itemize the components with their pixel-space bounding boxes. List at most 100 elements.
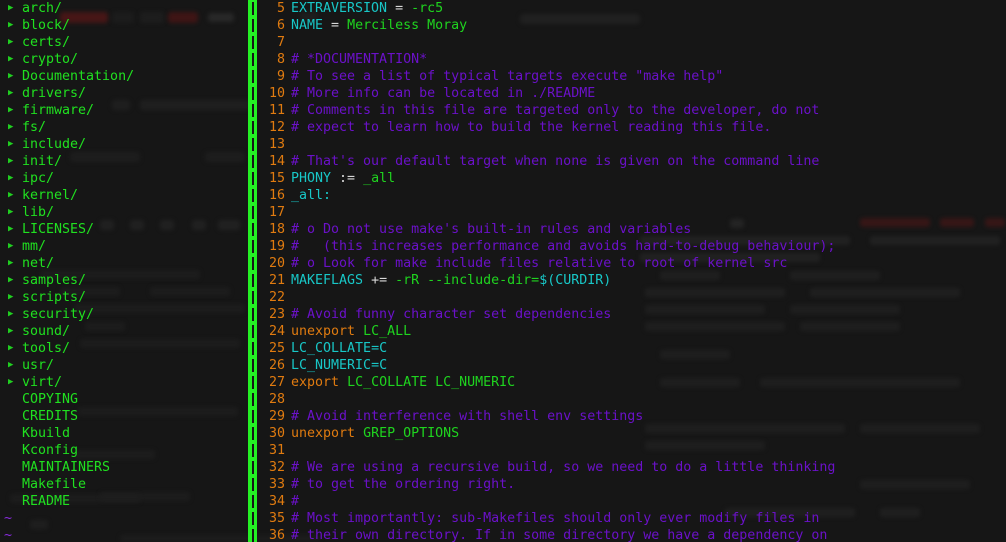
code-line[interactable]: 15 PHONY := _all	[257, 170, 1006, 187]
code-line[interactable]: 8 # *DOCUMENTATION*	[257, 51, 1006, 68]
code-line[interactable]: 33 # to get the ordering right.	[257, 476, 1006, 493]
code-token: # Comments in this file are targeted onl…	[291, 103, 820, 118]
chevron-right-icon[interactable]: ▶	[8, 119, 22, 136]
vertical-split-separator[interactable]	[248, 0, 257, 542]
chevron-right-icon[interactable]: ▶	[8, 204, 22, 221]
code-token: # o Look for make include files relative…	[291, 256, 788, 271]
code-line[interactable]: 14 # That's our default target when none …	[257, 153, 1006, 170]
tree-item-directory[interactable]: ▶ scripts/	[0, 289, 248, 306]
file-tree-sidebar[interactable]: ▶ arch/▶ block/▶ certs/▶ crypto/▶ Documentati…	[0, 0, 248, 542]
separator-segment	[252, 376, 254, 389]
code-line[interactable]: 13	[257, 136, 1006, 153]
code-line[interactable]: 30 unexport GREP_OPTIONS	[257, 425, 1006, 442]
tree-item-directory[interactable]: ▶ sound/	[0, 323, 248, 340]
code-line[interactable]: 24 unexport LC_ALL	[257, 323, 1006, 340]
tree-item-directory[interactable]: ▶ ipc/	[0, 170, 248, 187]
tree-item-directory[interactable]: ▶ kernel/	[0, 187, 248, 204]
tree-item-file[interactable]: MAINTAINERS	[0, 459, 248, 476]
chevron-right-icon[interactable]: ▶	[8, 323, 22, 340]
tree-item-directory[interactable]: ▶ fs/	[0, 119, 248, 136]
chevron-right-icon[interactable]: ▶	[8, 34, 22, 51]
tree-item-directory[interactable]: ▶ certs/	[0, 34, 248, 51]
chevron-right-icon[interactable]: ▶	[8, 68, 22, 85]
tree-item-directory[interactable]: ▶ net/	[0, 255, 248, 272]
chevron-right-icon[interactable]: ▶	[8, 102, 22, 119]
code-line[interactable]: 22	[257, 289, 1006, 306]
chevron-right-icon[interactable]: ▶	[8, 136, 22, 153]
chevron-right-icon[interactable]: ▶	[8, 340, 22, 357]
code-line[interactable]: 26 LC_NUMERIC=C	[257, 357, 1006, 374]
chevron-right-icon[interactable]: ▶	[8, 289, 22, 306]
tree-item-directory[interactable]: ▶ virt/	[0, 374, 248, 391]
chevron-right-icon[interactable]: ▶	[8, 51, 22, 68]
tree-item-directory[interactable]: ▶ init/	[0, 153, 248, 170]
tree-item-label: security/	[22, 307, 95, 322]
chevron-right-icon[interactable]: ▶	[8, 85, 22, 102]
tree-item-directory[interactable]: ▶ crypto/	[0, 51, 248, 68]
code-line[interactable]: 27 export LC_COLLATE LC_NUMERIC	[257, 374, 1006, 391]
code-line[interactable]: 31	[257, 442, 1006, 459]
line-number: 12	[268, 120, 285, 135]
chevron-right-icon[interactable]: ▶	[8, 272, 22, 289]
code-line[interactable]: 29 # Avoid interference with shell env se…	[257, 408, 1006, 425]
code-line[interactable]: 7	[257, 34, 1006, 51]
code-line[interactable]: 11 # Comments in this file are targeted o…	[257, 102, 1006, 119]
chevron-right-icon[interactable]: ▶	[8, 0, 22, 17]
separator-segment	[252, 53, 254, 66]
code-line[interactable]: 28	[257, 391, 1006, 408]
tree-item-directory[interactable]: ▶ Documentation/	[0, 68, 248, 85]
code-line[interactable]: 16 _all:	[257, 187, 1006, 204]
tree-item-file[interactable]: COPYING	[0, 391, 248, 408]
chevron-right-icon[interactable]: ▶	[8, 221, 22, 238]
code-line[interactable]: 6 NAME = Merciless Moray	[257, 17, 1006, 34]
code-line[interactable]: 19 # (this increases performance and avoi…	[257, 238, 1006, 255]
tree-item-file[interactable]: Makefile	[0, 476, 248, 493]
empty-line-marker: ~	[4, 511, 13, 526]
code-token: LC_COLLATE	[291, 341, 372, 356]
code-token: _all:	[291, 188, 332, 203]
tree-item-directory[interactable]: ▶ security/	[0, 306, 248, 323]
code-line[interactable]: 35 # Most importantly: sub-Makefiles shou…	[257, 510, 1006, 527]
chevron-right-icon[interactable]: ▶	[8, 374, 22, 391]
code-line[interactable]: 23 # Avoid funny character set dependenci…	[257, 306, 1006, 323]
code-line[interactable]: 12 # expect to learn how to build the ker…	[257, 119, 1006, 136]
code-line[interactable]: 18 # o Do not use make's built-in rules a…	[257, 221, 1006, 238]
code-line[interactable]: 36 # their own directory. If in some dire…	[257, 527, 1006, 542]
tree-item-directory[interactable]: ▶ mm/	[0, 238, 248, 255]
tree-item-directory[interactable]: ▶ block/	[0, 17, 248, 34]
code-line[interactable]: 9 # To see a list of typical targets exec…	[257, 68, 1006, 85]
code-line[interactable]: 10 # More info can be located in ./README	[257, 85, 1006, 102]
chevron-right-icon[interactable]: ▶	[8, 238, 22, 255]
tree-item-file[interactable]: Kbuild	[0, 425, 248, 442]
code-line[interactable]: 20 # o Look for make include files relati…	[257, 255, 1006, 272]
code-line[interactable]: 32 # We are using a recursive build, so w…	[257, 459, 1006, 476]
tree-item-directory[interactable]: ▶ tools/	[0, 340, 248, 357]
code-line[interactable]: 34 #	[257, 493, 1006, 510]
code-line[interactable]: 5 EXTRAVERSION = -rc5	[257, 0, 1006, 17]
tree-item-directory[interactable]: ▶ drivers/	[0, 85, 248, 102]
tree-item-directory[interactable]: ▶ firmware/	[0, 102, 248, 119]
tree-item-directory[interactable]: ▶ include/	[0, 136, 248, 153]
chevron-right-icon[interactable]: ▶	[8, 357, 22, 374]
tree-item-file[interactable]: README	[0, 493, 248, 510]
tree-item-directory[interactable]: ▶ usr/	[0, 357, 248, 374]
chevron-right-icon[interactable]: ▶	[8, 17, 22, 34]
code-line[interactable]: 25 LC_COLLATE=C	[257, 340, 1006, 357]
tree-item-file[interactable]: CREDITS	[0, 408, 248, 425]
tree-item-file[interactable]: Kconfig	[0, 442, 248, 459]
tree-item-directory[interactable]: ▶ samples/	[0, 272, 248, 289]
tree-item-directory[interactable]: ▶ LICENSES/	[0, 221, 248, 238]
code-editor-pane[interactable]: 5 EXTRAVERSION = -rc5 6 NAME = Merciless Mo…	[257, 0, 1006, 542]
code-token: LC_NUMERIC	[291, 358, 372, 373]
line-number: 19	[268, 239, 285, 254]
code-line[interactable]: 21 MAKEFLAGS += -rR --include-dir=$(CURDI…	[257, 272, 1006, 289]
chevron-right-icon[interactable]: ▶	[8, 306, 22, 323]
code-line[interactable]: 17	[257, 204, 1006, 221]
tree-item-directory[interactable]: ▶ arch/	[0, 0, 248, 17]
chevron-right-icon[interactable]: ▶	[8, 255, 22, 272]
chevron-right-icon[interactable]: ▶	[8, 153, 22, 170]
chevron-right-icon[interactable]: ▶	[8, 187, 22, 204]
chevron-right-icon[interactable]: ▶	[8, 170, 22, 187]
tree-item-directory[interactable]: ▶ lib/	[0, 204, 248, 221]
